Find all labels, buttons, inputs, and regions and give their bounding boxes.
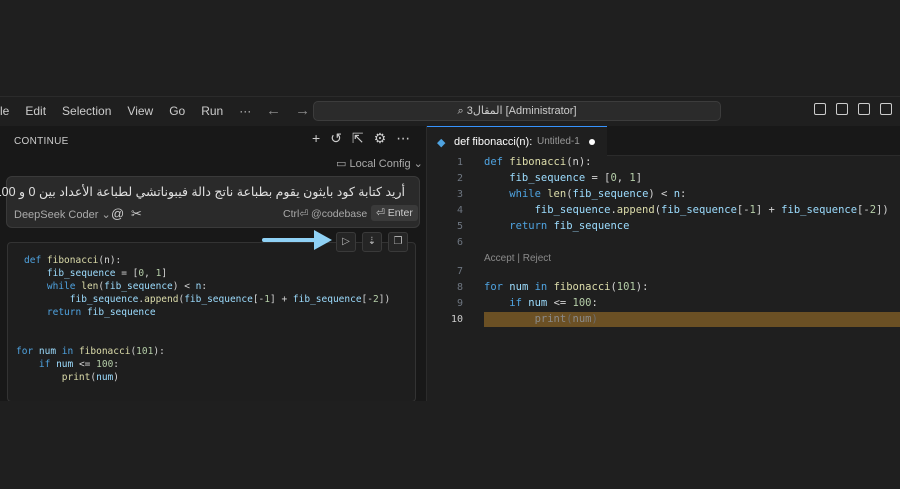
tab-strip-empty (607, 126, 900, 156)
forward-arrow-icon[interactable]: → (295, 102, 310, 119)
apply-code-icon[interactable]: ⇣ (362, 232, 382, 252)
command-center-label: المقال3 [Administrator] (466, 105, 577, 117)
empty-area (0, 401, 900, 489)
tab-title: def fibonacci(n): (454, 136, 533, 148)
code-editor: ◆ def fibonacci(n): Untitled-1 1 2 3 4 5… (426, 126, 900, 401)
editor-line[interactable]: fib_sequence.append(fib_sequence[-1] + f… (484, 204, 889, 216)
panel-actions: + ↺ ⇱ ⚙ ⋯ (312, 130, 410, 147)
line-number-active: 10 (450, 314, 463, 325)
editor-line[interactable]: for num in fibonacci(101): (484, 281, 648, 293)
code-block-line: if num <= 100: (38, 359, 120, 370)
local-config-label: Local Config (349, 158, 411, 170)
monitor-icon: ▭ (336, 158, 350, 170)
command-center-search[interactable]: ⌕ المقال3 [Administrator] (313, 101, 721, 121)
annotation-arrow-head (314, 230, 332, 250)
editor-tab[interactable]: ◆ def fibonacci(n): Untitled-1 (427, 126, 607, 156)
menu-more[interactable]: ··· (239, 104, 251, 118)
menu-run[interactable]: Run (201, 104, 223, 118)
code-block-line: return fib_sequence (46, 307, 156, 318)
open-external-icon[interactable]: ⇱ (352, 130, 364, 147)
code-block-line: fib_sequence = [0, 1] (24, 268, 168, 279)
codebase-shortcut[interactable]: Ctrl⏎ @codebase (283, 208, 367, 220)
customize-layout-icon[interactable] (880, 103, 892, 115)
line-number: 3 (456, 189, 463, 200)
tools-icon[interactable]: ✂ (131, 206, 142, 222)
menu-edit[interactable]: Edit (25, 104, 46, 118)
history-icon[interactable]: ↺ (330, 130, 342, 147)
editor-line[interactable]: def fibonacci(n): (484, 156, 592, 168)
unsaved-dot-icon[interactable] (589, 139, 595, 145)
title-bar: le Edit Selection View Go Run ··· ← → ⌕ … (0, 96, 900, 126)
more-icon[interactable]: ⋯ (396, 130, 410, 147)
new-session-icon[interactable]: + (312, 130, 320, 147)
response-code-block: def fibonacci(n): fib_sequence = [0, 1] … (7, 242, 416, 402)
annotation-arrow-shaft (262, 238, 322, 242)
code-block-line: fib_sequence.append(fib_sequence[-1] + f… (24, 294, 391, 305)
toggle-primary-sidebar-icon[interactable] (814, 103, 826, 115)
editor-line-active[interactable]: print(num) (484, 313, 598, 325)
menu-file[interactable]: le (0, 104, 9, 118)
line-number: 1 (456, 157, 463, 168)
back-arrow-icon[interactable]: ← (266, 102, 281, 119)
editor-line[interactable]: fib_sequence = [0, 1] (484, 172, 642, 184)
model-selector[interactable]: DeepSeek Coder ⌄ (14, 208, 111, 221)
code-block-line: def fibonacci(n): (24, 255, 122, 266)
code-block-line: for num in fibonacci(101): (16, 346, 165, 357)
editor-line[interactable]: if num <= 100: (484, 297, 598, 309)
menu-view[interactable]: View (127, 104, 153, 118)
panel-title: CONTINUE (14, 136, 69, 147)
run-code-icon[interactable]: ▷ (336, 232, 356, 252)
tab-subtitle: Untitled-1 (537, 136, 580, 147)
accept-reject-codelens[interactable]: Accept | Reject (484, 253, 551, 264)
copy-code-icon[interactable]: ❐ (388, 232, 408, 252)
enter-button[interactable]: ⏎ Enter (371, 205, 418, 221)
local-config-selector[interactable]: ▭ Local Config ⌄ (336, 157, 423, 170)
chevron-down-icon: ⌄ (410, 158, 423, 170)
code-block-line: while len(fib_sequence) < n: (46, 281, 208, 292)
layout-controls (814, 103, 892, 115)
python-file-icon: ◆ (437, 137, 446, 149)
line-number: 6 (456, 237, 463, 248)
toggle-panel-icon[interactable] (836, 103, 848, 115)
line-number: 4 (456, 205, 463, 216)
menu-bar: le Edit Selection View Go Run ··· (0, 104, 263, 118)
editor-line[interactable]: return fib_sequence (484, 220, 629, 232)
chevron-down-icon: ⌄ (98, 209, 111, 221)
gear-icon[interactable]: ⚙ (374, 130, 387, 147)
prompt-input[interactable]: أريد كتابة كود بايثون يقوم بطباعة ناتج د… (0, 176, 420, 228)
at-mention-icon[interactable]: @ (111, 206, 124, 221)
editor-line[interactable]: while len(fib_sequence) < n: (484, 188, 686, 200)
model-label: DeepSeek Coder (14, 209, 99, 221)
line-number: 2 (456, 173, 463, 184)
line-number: 9 (456, 298, 463, 309)
line-number: 5 (456, 221, 463, 232)
prompt-text: أريد كتابة كود بايثون يقوم بطباعة ناتج د… (0, 185, 405, 199)
search-icon: ⌕ (457, 105, 467, 117)
menu-selection[interactable]: Selection (62, 104, 111, 118)
code-block-toolbar: ▷ ⇣ ❐ (336, 232, 408, 252)
code-block-line: print(num) (61, 372, 120, 383)
line-number: 8 (456, 282, 463, 293)
line-number: 7 (456, 266, 463, 277)
toggle-secondary-sidebar-icon[interactable] (858, 103, 870, 115)
menu-go[interactable]: Go (169, 104, 185, 118)
